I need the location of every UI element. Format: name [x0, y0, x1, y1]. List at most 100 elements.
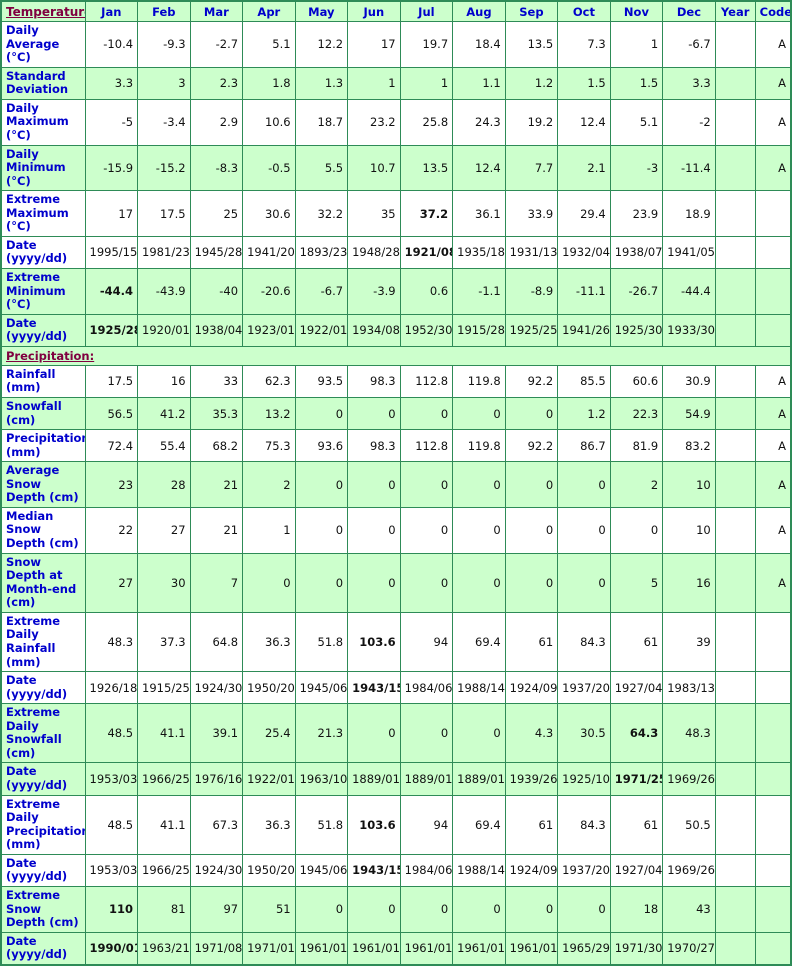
- cell-value: 1889/01+: [347, 762, 401, 796]
- cell-value: -11.4: [662, 144, 716, 192]
- cell-code: A: [754, 364, 792, 398]
- table-row: Rainfall (mm) 17.5 16 33 62.3 93.5 98.3 112.8 11…: [0, 364, 792, 398]
- cell-value: 7.3: [557, 21, 611, 68]
- cell-code: [754, 268, 792, 315]
- cell-value: 1922/01+: [242, 762, 296, 796]
- cell-value: 17: [84, 190, 139, 237]
- cell-value: 1945/06: [294, 853, 349, 887]
- cell-value: 51: [242, 885, 296, 933]
- cell-value: -15.9: [84, 144, 139, 192]
- cell-value: 21.3: [294, 703, 349, 764]
- row-label: Date (yyyy/dd): [0, 671, 86, 705]
- cell-value: 48.5: [84, 703, 139, 764]
- cell-value: 1969/26: [662, 853, 716, 887]
- cell-value: 93.5: [294, 364, 349, 398]
- row-label: Rainfall (mm): [0, 364, 86, 398]
- cell-year: [714, 703, 756, 764]
- cell-value: 1976/16: [189, 762, 244, 796]
- cell-year: [714, 66, 756, 100]
- cell-value: 51.8: [294, 611, 349, 673]
- cell-value: 1995/15: [84, 235, 139, 270]
- cell-value: 36.3: [242, 794, 296, 855]
- cell-value: 2.9: [189, 98, 244, 146]
- cell-value: 0: [557, 885, 611, 933]
- cell-value: 1.8: [242, 66, 296, 100]
- cell-value: 25: [189, 190, 244, 237]
- cell-value: 81.9: [609, 429, 664, 463]
- cell-value: 1924/09: [504, 853, 559, 887]
- cell-value: 25.4: [242, 703, 296, 764]
- cell-value: 5: [609, 552, 664, 613]
- cell-value: 29.4: [557, 190, 611, 237]
- cell-value: 1925/28: [84, 313, 139, 347]
- row-label: Date (yyyy/dd): [0, 762, 86, 796]
- cell-year: [714, 794, 756, 855]
- cell-value: 37.2: [399, 190, 454, 237]
- cell-value: 51.8: [294, 794, 349, 855]
- row-label: Extreme Daily Snowfall (cm): [0, 703, 86, 764]
- cell-value: -3: [609, 144, 664, 192]
- cell-value: 2: [242, 461, 296, 508]
- cell-value: 1971/25: [609, 762, 664, 796]
- cell-value: 0: [452, 552, 506, 613]
- cell-value: 1988/14: [452, 853, 506, 887]
- cell-value: 30: [137, 552, 191, 613]
- cell-value: -40: [189, 268, 244, 315]
- cell-value: 0: [557, 552, 611, 613]
- cell-value: 13.2: [242, 396, 296, 431]
- cell-value: 62.3: [242, 364, 296, 398]
- cell-value: 1961/01+: [399, 931, 454, 966]
- cell-value: 1: [399, 66, 454, 100]
- cell-value: 64.3: [609, 703, 664, 764]
- cell-value: 64.8: [189, 611, 244, 673]
- cell-value: 1927/04: [609, 671, 664, 705]
- header-temperature-label: Temperature:: [0, 0, 86, 22]
- cell-value: 30.6: [242, 190, 296, 237]
- cell-value: 1966/25: [137, 762, 191, 796]
- cell-year: [714, 552, 756, 613]
- cell-value: 1889/01+: [399, 762, 454, 796]
- cell-value: 1925/30: [609, 313, 664, 347]
- cell-value: 23.9: [609, 190, 664, 237]
- cell-value: 13.5: [504, 21, 559, 68]
- cell-value: 1927/04: [609, 853, 664, 887]
- cell-value: 68.2: [189, 429, 244, 463]
- cell-value: 33: [189, 364, 244, 398]
- table-row: Date (yyyy/dd)1990/011963/21+1971/08+197…: [0, 931, 792, 966]
- cell-year: [714, 762, 756, 796]
- table-row: Date (yyyy/dd) 1925/28 1920/01 1938/04 1923/…: [0, 313, 792, 347]
- cell-value: 19.2: [504, 98, 559, 146]
- row-label: Extreme Daily Rainfall (mm): [0, 611, 86, 673]
- cell-value: 1920/01: [137, 313, 191, 347]
- cell-value: 12.4: [557, 98, 611, 146]
- cell-value: 0: [399, 396, 454, 431]
- cell-value: 0: [347, 506, 401, 554]
- cell-value: 1966/25: [137, 853, 191, 887]
- cell-value: 1963/10: [294, 762, 349, 796]
- cell-value: -1.1: [452, 268, 506, 315]
- cell-value: 55.4: [137, 429, 191, 463]
- cell-value: 119.8: [452, 364, 506, 398]
- cell-code: [754, 190, 792, 237]
- cell-value: 110: [84, 885, 139, 933]
- cell-value: 39: [662, 611, 716, 673]
- cell-value: 1922/01+: [294, 313, 349, 347]
- table-row: Date (yyyy/dd) 1953/03 1966/25 1924/30 1950/…: [0, 853, 792, 887]
- cell-value: 5.5: [294, 144, 349, 192]
- cell-value: 54.9: [662, 396, 716, 431]
- cell-code: [754, 313, 792, 347]
- cell-value: 1953/03: [84, 853, 139, 887]
- cell-value: 4.3: [504, 703, 559, 764]
- cell-value: 27: [137, 506, 191, 554]
- cell-value: 36.1: [452, 190, 506, 237]
- cell-value: 1933/30: [662, 313, 716, 347]
- header-year: Year: [714, 0, 756, 22]
- cell-code: A: [754, 429, 792, 463]
- cell-value: 0: [347, 703, 401, 764]
- cell-value: 41.2: [137, 396, 191, 431]
- cell-value: 84.3: [557, 794, 611, 855]
- table-row: Precipitation (mm) 72.4 55.4 68.2 75.3 93.6 98…: [0, 429, 792, 463]
- row-label: Extreme Minimum (°C): [0, 268, 86, 315]
- cell-value: -44.4: [84, 268, 139, 315]
- cell-value: -3.9: [347, 268, 401, 315]
